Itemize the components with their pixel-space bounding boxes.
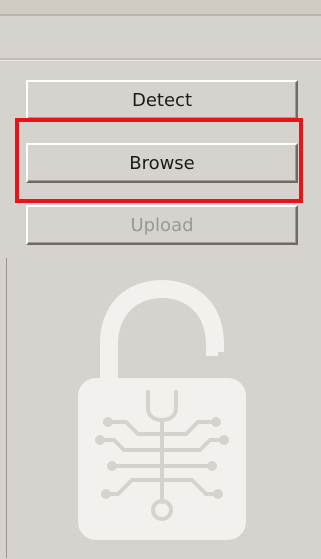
section-divider: [0, 58, 321, 61]
toolbar-tab[interactable]: [214, 0, 250, 15]
browse-button[interactable]: Browse: [26, 143, 298, 183]
toolbar-tab[interactable]: [266, 0, 302, 15]
upload-button[interactable]: Upload: [26, 205, 298, 245]
detect-button[interactable]: Detect: [26, 80, 298, 120]
top-toolbar-strip: [0, 0, 321, 16]
upload-button-label: Upload: [130, 214, 194, 236]
left-panel-edge: [0, 258, 7, 558]
toolbar-divider: [0, 14, 321, 16]
toolbar-tab[interactable]: [162, 0, 198, 15]
app-window: Detect Browse Upload: [0, 0, 321, 559]
unlocked-padlock-icon: [78, 280, 246, 540]
browse-button-label: Browse: [129, 152, 195, 174]
detect-button-label: Detect: [131, 89, 193, 111]
